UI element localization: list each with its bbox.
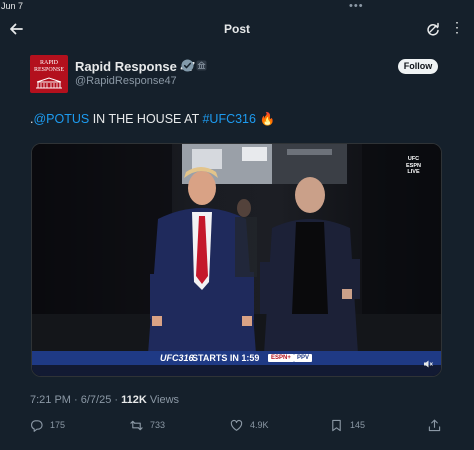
hashtag-link[interactable]: #UFC316 xyxy=(202,112,256,126)
espn-plus-badge: ESPN+ xyxy=(268,354,294,362)
repost-icon xyxy=(130,420,143,430)
status-bar: Jun 7 ••• xyxy=(0,0,474,14)
ppv-badge: PPV xyxy=(294,354,313,362)
countdown-text: STARTS IN 1:59 xyxy=(192,353,260,363)
video-player[interactable]: UFC ESPN LIVE UFC316 STARTS IN 1:59 ESPN… xyxy=(31,143,442,377)
repost-button[interactable]: 733 xyxy=(130,418,165,432)
refresh-icon[interactable] xyxy=(426,22,440,36)
author-handle[interactable]: @RapidResponse47 xyxy=(75,75,177,87)
share-icon xyxy=(428,419,441,431)
avatar-logo-text: RAPID RESPONSE xyxy=(33,60,64,73)
post-date[interactable]: 6/7/25 xyxy=(81,394,112,406)
mute-icon[interactable] xyxy=(423,359,433,369)
post-timestamp: 7:21 PM · 6/7/25 · 112K Views xyxy=(30,394,180,406)
bookmark-count: 145 xyxy=(350,420,366,430)
government-badge-icon[interactable] xyxy=(196,60,207,71)
like-button[interactable]: 4.9K xyxy=(230,418,269,432)
white-house-logo-icon xyxy=(36,77,62,89)
share-button[interactable] xyxy=(428,418,448,432)
banner-strip-lower xyxy=(32,365,441,376)
reply-count: 175 xyxy=(50,420,66,430)
reply-button[interactable]: 175 xyxy=(30,418,65,432)
views-label: Views xyxy=(146,394,180,406)
multitask-dots[interactable]: ••• xyxy=(349,0,364,12)
reply-icon xyxy=(31,419,43,432)
tweet-text: .@POTUS IN THE HOUSE AT #UFC316 🔥 xyxy=(30,112,275,127)
post-time[interactable]: 7:21 PM xyxy=(30,394,71,406)
broadcast-bug: UFC ESPN LIVE xyxy=(406,156,421,175)
status-date: Jun 7 xyxy=(1,1,24,11)
ufc-logo: UFC316 xyxy=(160,353,194,363)
video-frame xyxy=(32,144,441,376)
broadcast-banner: UFC316 STARTS IN 1:59 ESPN+ PPV xyxy=(32,351,441,376)
fire-emoji: 🔥 xyxy=(259,112,276,126)
bookmark-button[interactable]: 145 xyxy=(330,418,365,432)
verified-badge-icon[interactable] xyxy=(181,59,194,72)
avatar[interactable]: RAPID RESPONSE xyxy=(30,55,68,93)
tweet-body: IN THE HOUSE AT xyxy=(89,112,203,126)
repost-count: 733 xyxy=(150,420,166,430)
bookmark-icon xyxy=(332,419,341,431)
author-name[interactable]: Rapid Response 47 xyxy=(75,59,195,74)
follow-button[interactable]: Follow xyxy=(398,59,438,74)
heart-icon xyxy=(230,419,243,431)
more-options-icon[interactable]: ⋮ xyxy=(450,20,464,34)
mention-link[interactable]: @POTUS xyxy=(33,112,89,126)
post-header: Post ⋮ xyxy=(0,16,474,46)
views-count: 112K xyxy=(121,394,147,406)
page-title: Post xyxy=(223,22,250,36)
like-count: 4.9K xyxy=(250,420,269,430)
